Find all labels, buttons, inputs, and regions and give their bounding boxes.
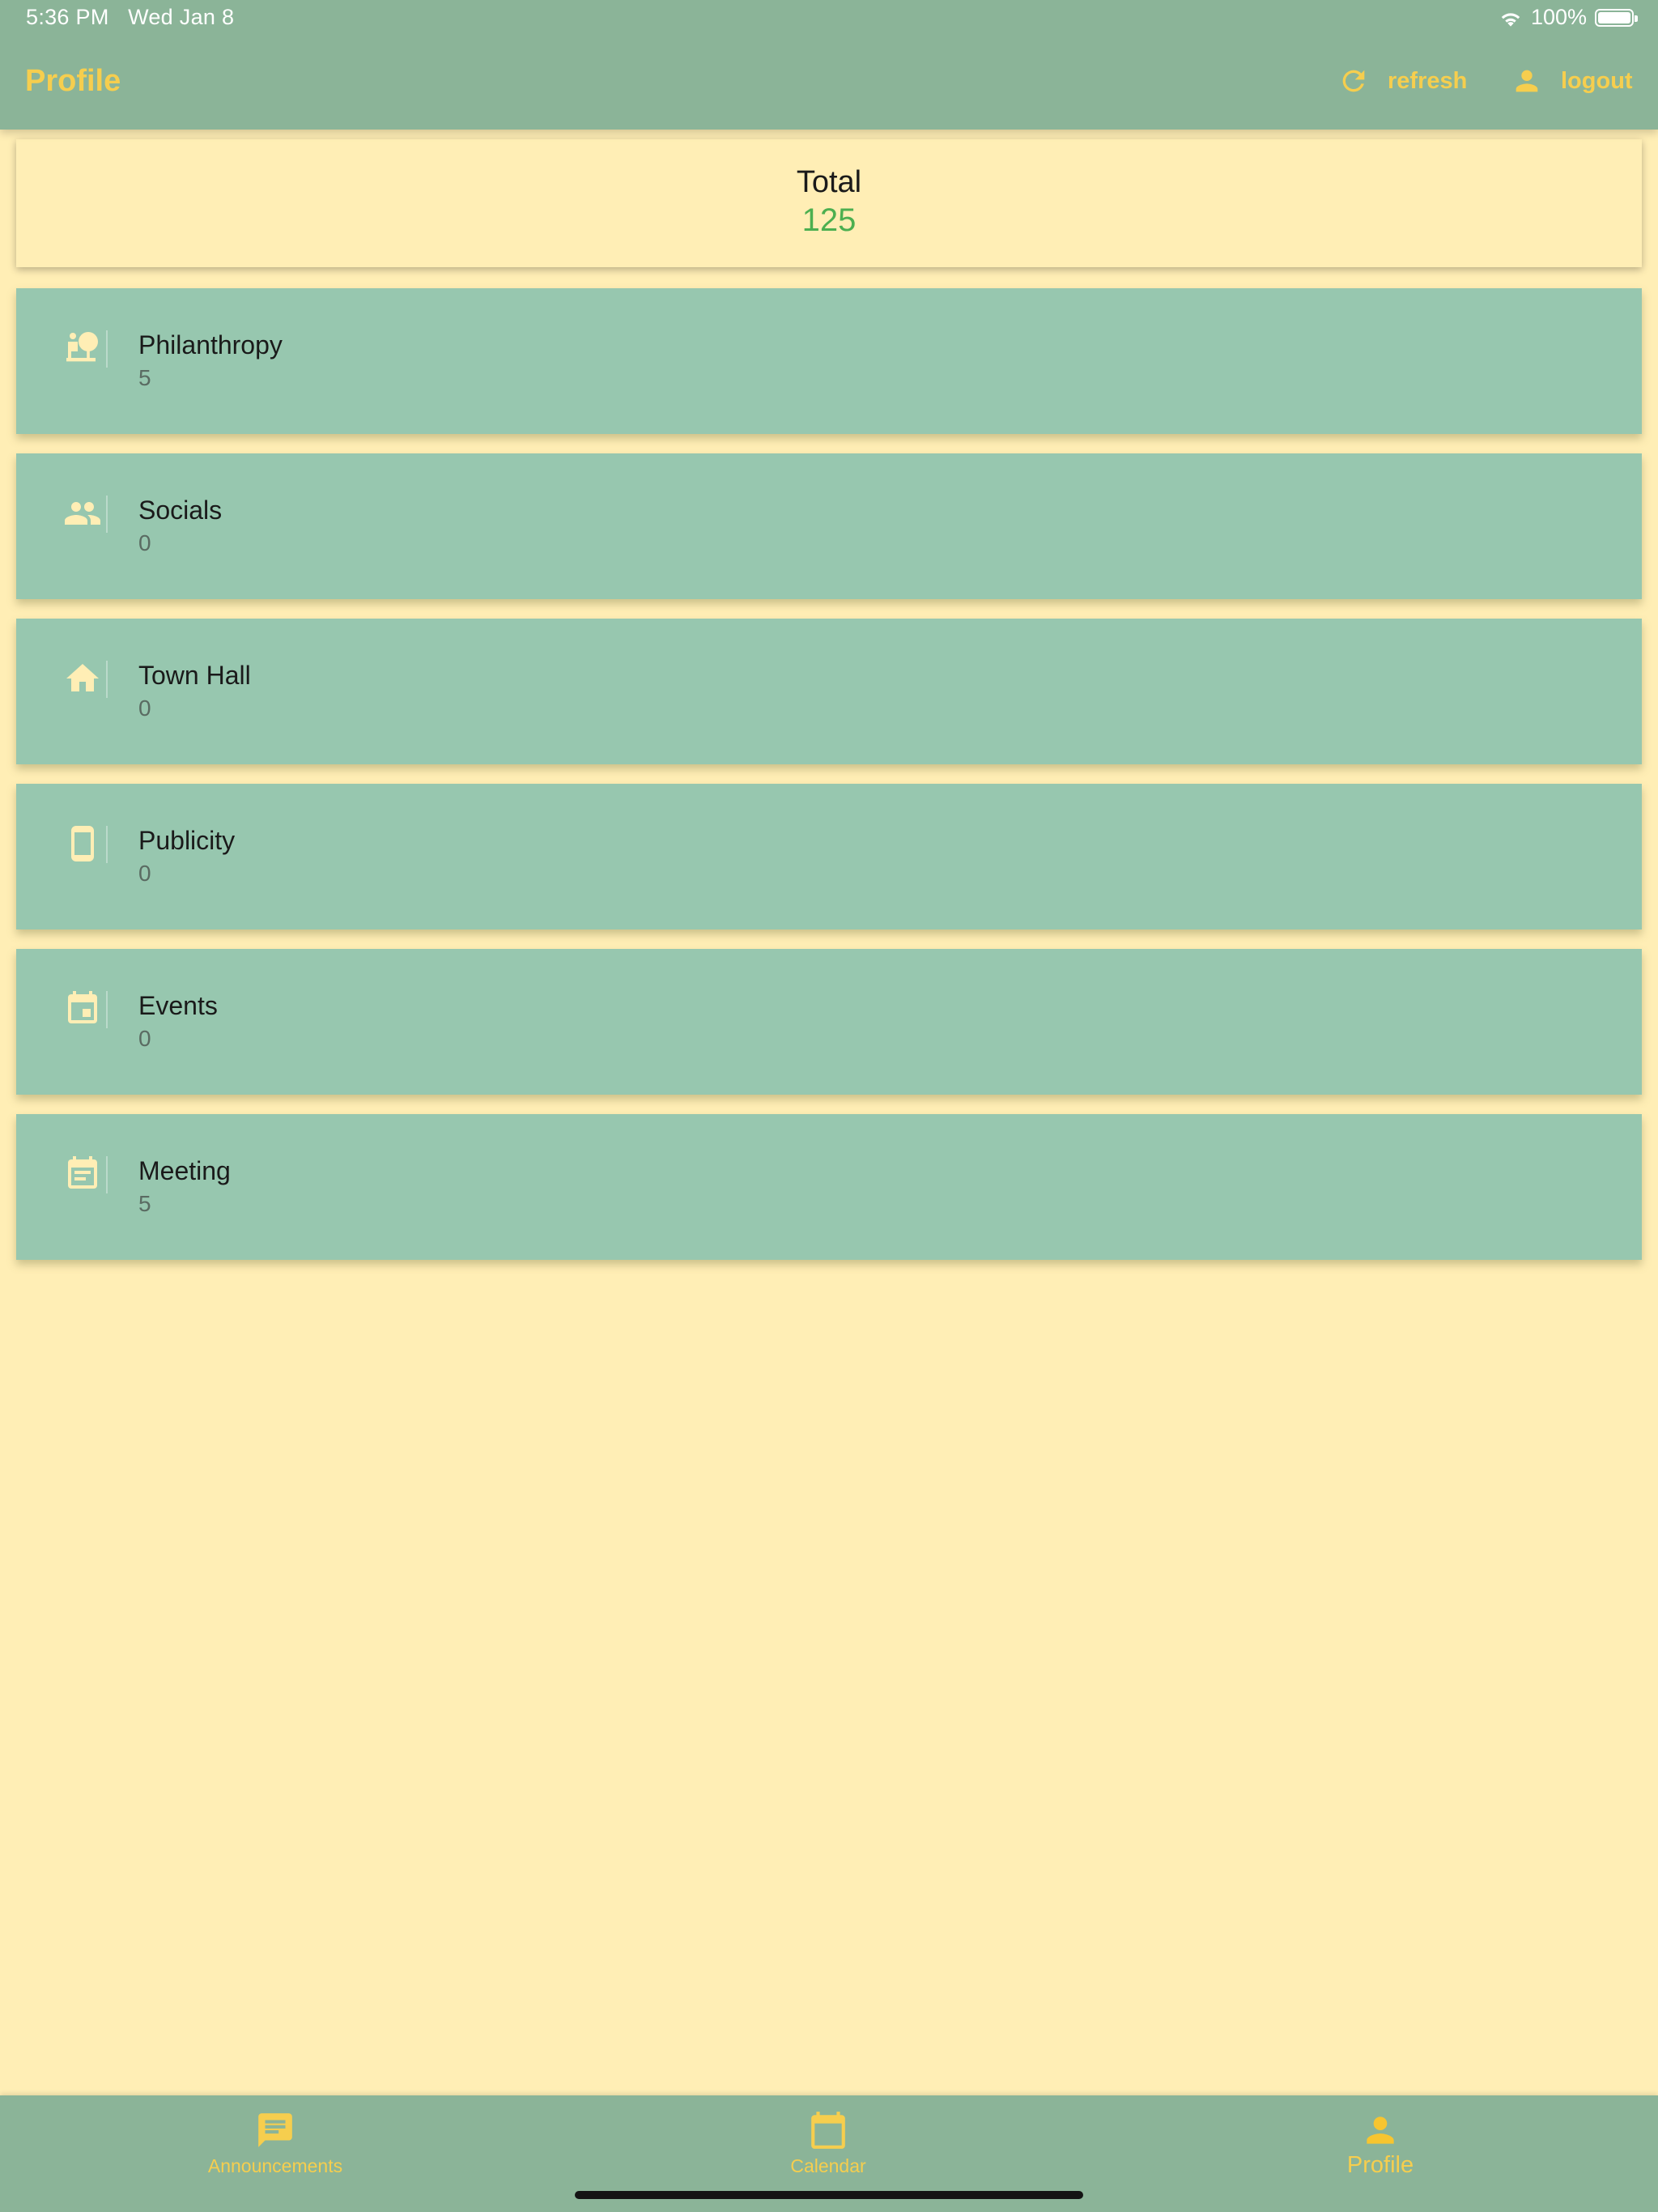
status-time: 5:36 PM — [26, 5, 109, 29]
nav-label: Announcements — [207, 2155, 343, 2176]
event-note-icon — [63, 1155, 102, 1193]
category-count: 5 — [138, 365, 151, 390]
people-icon — [63, 494, 102, 533]
category-card-meeting[interactable]: Meeting 5 — [16, 1114, 1642, 1260]
logout-label: logout — [1561, 67, 1633, 94]
card-divider — [106, 991, 108, 1028]
card-divider — [106, 1156, 108, 1193]
category-name: Town Hall — [138, 661, 251, 690]
home-icon — [63, 659, 102, 698]
battery-icon — [1595, 8, 1638, 27]
nav-label: Profile — [1346, 2152, 1414, 2178]
card-divider — [106, 330, 108, 368]
person-icon — [1516, 70, 1538, 92]
category-name: Philanthropy — [138, 330, 283, 359]
volunteer-icon — [63, 329, 102, 368]
total-value: 125 — [801, 202, 857, 238]
card-divider — [106, 826, 108, 863]
nav-tab-calendar[interactable]: Calendar — [666, 2110, 990, 2177]
battery-percent: 100% — [1530, 5, 1587, 29]
refresh-icon — [1342, 70, 1365, 92]
nav-tab-profile[interactable]: Profile — [1218, 2110, 1542, 2179]
calendar-icon — [811, 2112, 845, 2149]
logout-button[interactable]: logout — [1511, 65, 1633, 97]
category-card-events[interactable]: Events 0 — [16, 949, 1642, 1095]
status-date: Wed Jan 8 — [128, 5, 235, 29]
page-title: Profile — [25, 64, 121, 98]
card-divider — [106, 661, 108, 698]
refresh-label: refresh — [1388, 67, 1468, 94]
status-bar-right: 100% — [1499, 5, 1638, 30]
category-name: Publicity — [138, 826, 236, 855]
phone-icon — [63, 824, 102, 863]
card-divider — [106, 496, 108, 533]
wifi-icon — [1501, 12, 1520, 27]
category-name: Meeting — [138, 1156, 231, 1185]
refresh-button[interactable]: refresh — [1337, 65, 1467, 97]
status-bar-time: 5:36 PM Wed Jan 8 — [26, 5, 234, 30]
category-count: 5 — [138, 1191, 151, 1216]
chat-icon — [258, 2113, 292, 2147]
event-icon — [63, 989, 102, 1028]
category-card-publicity[interactable]: Publicity 0 — [16, 784, 1642, 929]
category-card-town-hall[interactable]: Town Hall 0 — [16, 619, 1642, 764]
category-count: 0 — [138, 696, 151, 721]
category-card-philanthropy[interactable]: Philanthropy 5 — [16, 288, 1642, 434]
category-card-socials[interactable]: Socials 0 — [16, 453, 1642, 599]
category-count: 0 — [138, 1026, 151, 1051]
total-label: Total — [796, 165, 862, 199]
total-card: Total 125 — [16, 139, 1642, 267]
home-indicator — [575, 2191, 1083, 2199]
nav-label: Calendar — [790, 2155, 866, 2176]
nav-tab-announcements[interactable]: Announcements — [113, 2110, 437, 2177]
category-count: 0 — [138, 861, 151, 886]
person-icon — [1367, 2116, 1394, 2144]
category-name: Socials — [138, 496, 223, 525]
app-bar: 5:36 PM Wed Jan 8 100% Profile refresh l… — [0, 0, 1658, 130]
category-count: 0 — [138, 530, 151, 555]
category-name: Events — [138, 991, 218, 1020]
